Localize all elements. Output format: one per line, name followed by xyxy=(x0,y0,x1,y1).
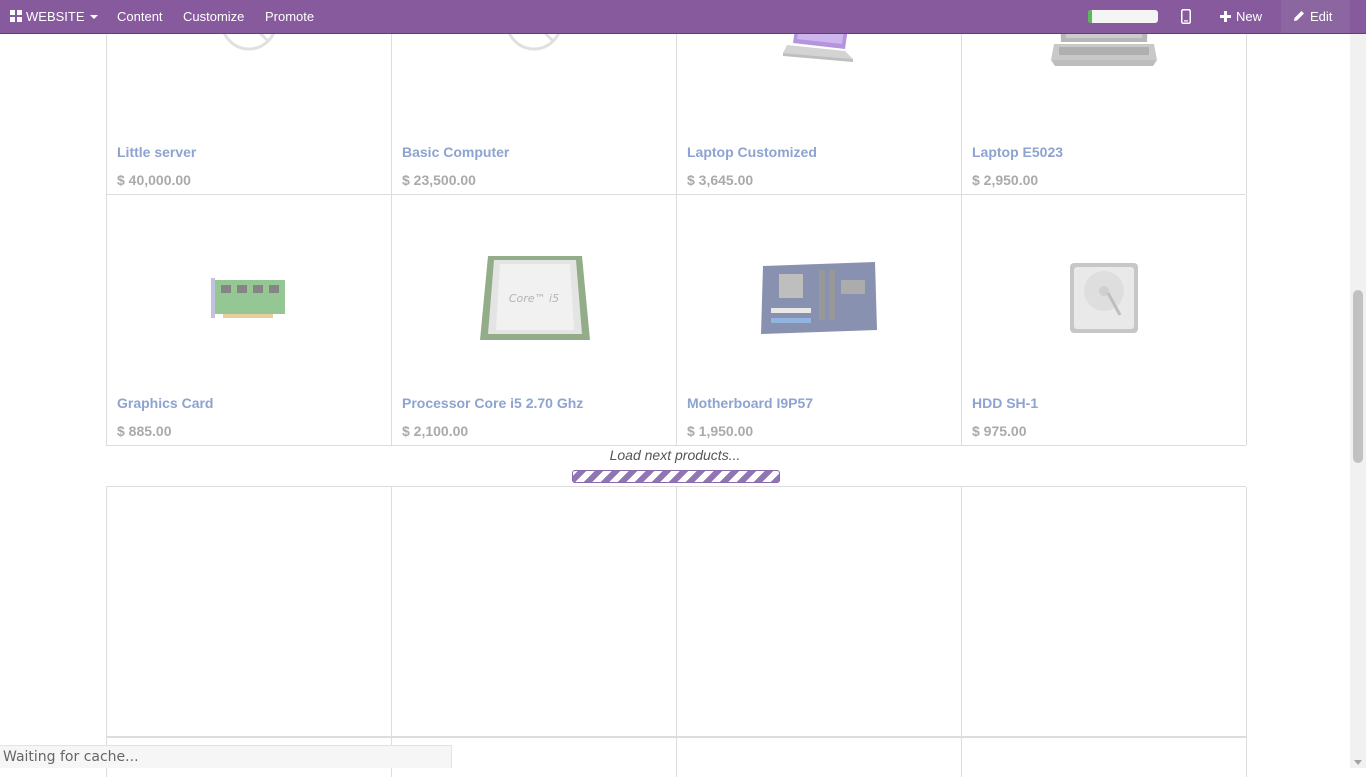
product-name[interactable]: Graphics Card xyxy=(117,395,213,411)
product-price: $ 2,950.00 xyxy=(972,172,1039,188)
menu-content[interactable]: Content xyxy=(117,0,163,33)
product-price: $ 2,100.00 xyxy=(402,423,469,439)
menu-customize[interactable]: Customize xyxy=(183,0,244,33)
pencil-icon xyxy=(1293,1,1305,34)
processor-image: Core™ i5 xyxy=(392,195,676,380)
product-row-placeholder xyxy=(106,486,1247,738)
product-card[interactable]: Motherboard I9P57 $ 1,950.00 xyxy=(676,195,961,445)
menu-promote[interactable]: Promote xyxy=(265,0,314,33)
load-next-progress-bar xyxy=(572,470,780,483)
load-next-products-text: Load next products... xyxy=(609,447,741,463)
product-card-placeholder xyxy=(391,487,676,737)
loading-progress-fill xyxy=(1088,10,1093,23)
product-name[interactable]: Basic Computer xyxy=(402,144,509,160)
caret-down-icon xyxy=(89,15,98,19)
product-name[interactable]: Little server xyxy=(117,144,196,160)
product-price: $ 40,000.00 xyxy=(117,172,191,188)
loading-progress-bar xyxy=(1088,10,1158,23)
product-card-placeholder xyxy=(676,737,961,777)
product-name[interactable]: HDD SH-1 xyxy=(972,395,1038,411)
plus-icon xyxy=(1220,1,1231,34)
new-button[interactable]: New xyxy=(1220,0,1262,33)
mobile-preview-button[interactable] xyxy=(1181,0,1191,33)
vertical-scrollbar[interactable] xyxy=(1350,33,1366,768)
product-price: $ 23,500.00 xyxy=(402,172,476,188)
product-card-placeholder xyxy=(106,487,391,737)
product-card[interactable]: Graphics Card $ 885.00 xyxy=(106,195,391,445)
product-name[interactable]: Laptop E5023 xyxy=(972,144,1063,160)
product-price: $ 3,645.00 xyxy=(687,172,754,188)
website-top-bar: WEBSITE Content Customize Promote New Ed… xyxy=(0,0,1366,34)
product-row: Graphics Card $ 885.00 Core™ i5 Processo… xyxy=(106,194,1247,446)
graphics-card-image xyxy=(107,195,391,380)
mobile-phone-icon xyxy=(1181,9,1191,24)
new-button-label: New xyxy=(1236,9,1263,24)
product-price: $ 885.00 xyxy=(117,423,172,439)
browser-status-text: Waiting for cache... xyxy=(0,745,452,768)
product-price: $ 975.00 xyxy=(972,423,1027,439)
product-name[interactable]: Laptop Customized xyxy=(687,144,817,160)
svg-text:Core™ i5: Core™ i5 xyxy=(509,292,559,305)
apps-grid-icon xyxy=(10,10,22,22)
website-app-menu[interactable]: WEBSITE xyxy=(10,0,98,33)
product-card-placeholder xyxy=(676,487,961,737)
product-card-placeholder xyxy=(961,737,1247,777)
product-name[interactable]: Motherboard I9P57 xyxy=(687,395,813,411)
motherboard-image xyxy=(677,195,961,380)
product-card-placeholder xyxy=(961,487,1247,737)
product-price: $ 1,950.00 xyxy=(687,423,754,439)
product-card[interactable]: Core™ i5 Processor Core i5 2.70 Ghz $ 2,… xyxy=(391,195,676,445)
scroll-down-arrow-icon[interactable] xyxy=(1354,760,1362,765)
edit-button-label: Edit xyxy=(1310,9,1333,24)
scrollbar-thumb[interactable] xyxy=(1353,290,1363,463)
hdd-image xyxy=(962,195,1246,380)
edit-button[interactable]: Edit xyxy=(1281,0,1350,33)
product-card[interactable]: HDD SH-1 $ 975.00 xyxy=(961,195,1247,445)
website-app-label: WEBSITE xyxy=(26,9,85,24)
product-name[interactable]: Processor Core i5 2.70 Ghz xyxy=(402,395,583,411)
